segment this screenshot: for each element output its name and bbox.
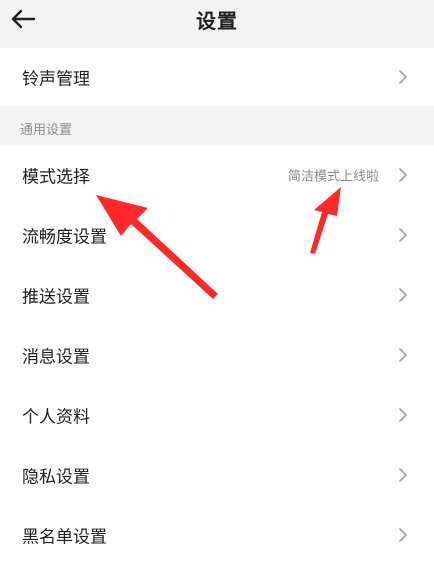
row-label: 推送设置 bbox=[22, 287, 90, 308]
row-blacklist-settings[interactable]: 黑名单设置 bbox=[0, 505, 434, 565]
chevron-right-icon bbox=[399, 70, 407, 84]
row-label: 流畅度设置 bbox=[22, 227, 107, 248]
chevron-right-icon bbox=[399, 228, 407, 242]
row-label: 隐私设置 bbox=[22, 467, 90, 488]
row-privacy-settings[interactable]: 隐私设置 bbox=[0, 445, 434, 505]
row-label: 个人资料 bbox=[22, 407, 90, 428]
page-title: 设置 bbox=[196, 9, 238, 33]
settings-card-general: 模式选择 简洁模式上线啦 流畅度设置 推送设置 消息设置 个人资料 隐私设置 黑… bbox=[0, 145, 434, 570]
row-mode-select[interactable]: 模式选择 简洁模式上线啦 bbox=[0, 145, 434, 205]
row-smoothness-settings[interactable]: 流畅度设置 bbox=[0, 205, 434, 265]
row-push-settings[interactable]: 推送设置 bbox=[0, 265, 434, 325]
section-header-general: 通用设置 bbox=[20, 123, 73, 138]
chevron-right-icon bbox=[399, 408, 407, 422]
chevron-right-icon bbox=[399, 348, 407, 362]
row-label: 消息设置 bbox=[22, 347, 90, 368]
settings-card-top: 铃声管理 bbox=[0, 48, 434, 106]
row-label: 模式选择 bbox=[22, 167, 90, 188]
row-label: 黑名单设置 bbox=[22, 527, 107, 548]
row-personal-profile[interactable]: 个人资料 bbox=[0, 385, 434, 445]
chevron-right-icon bbox=[399, 528, 407, 542]
chevron-right-icon bbox=[399, 168, 407, 182]
row-value: 简洁模式上线啦 bbox=[287, 169, 379, 185]
chevron-right-icon bbox=[399, 288, 407, 302]
top-bar: 设置 bbox=[0, 0, 434, 42]
row-message-settings[interactable]: 消息设置 bbox=[0, 325, 434, 385]
chevron-right-icon bbox=[399, 468, 407, 482]
row-ringtone-management[interactable]: 铃声管理 bbox=[0, 48, 434, 106]
row-label: 铃声管理 bbox=[22, 69, 90, 90]
